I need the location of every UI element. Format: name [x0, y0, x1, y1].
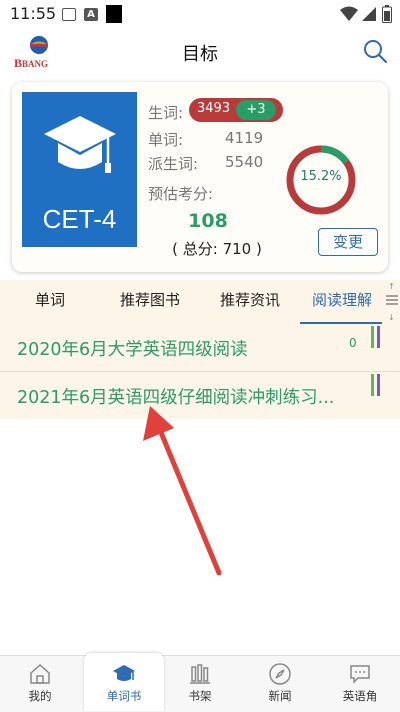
nav-item-news[interactable]: 新闻: [240, 655, 320, 711]
nav-label: 单词书: [106, 689, 142, 703]
compass-icon: [269, 663, 291, 685]
nav-item-wordbook[interactable]: 单词书: [84, 655, 164, 711]
annotation-arrow: [143, 406, 222, 576]
nav-label: 书架: [188, 689, 212, 703]
nav-item-english-corner[interactable]: 英语角: [320, 655, 400, 711]
mortarboard-icon: [113, 665, 135, 681]
nav-item-bookshelf[interactable]: 书架: [160, 655, 240, 711]
nav-label: 新闻: [268, 689, 292, 703]
nav-item-mine[interactable]: 我的: [0, 655, 80, 711]
chat-icon: [350, 665, 370, 684]
nav-label: 我的: [28, 689, 52, 703]
home-icon: [30, 663, 50, 684]
bookshelf-icon: [190, 664, 210, 684]
nav-label: 英语角: [342, 689, 378, 703]
